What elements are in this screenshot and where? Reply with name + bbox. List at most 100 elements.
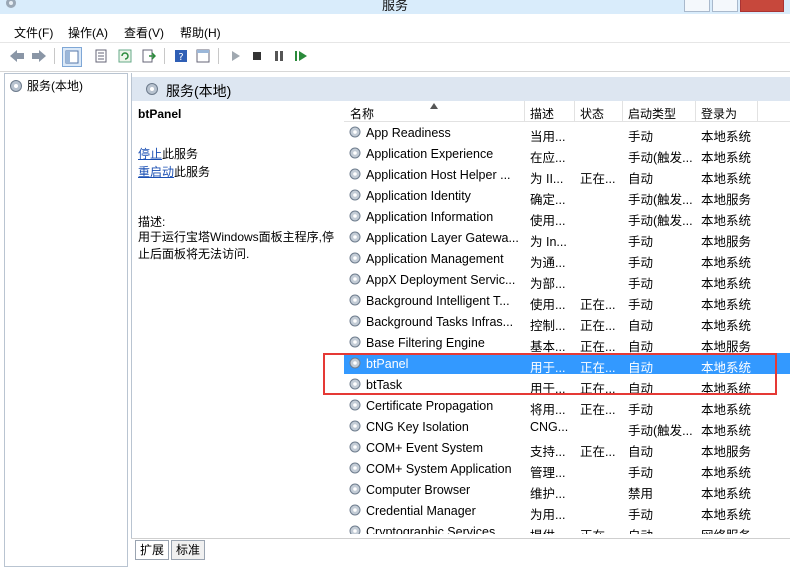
table-row[interactable]: COM+ Event System 支持... 正在... 自动 本地服务	[344, 437, 790, 459]
description-text: 用于运行宝塔Windows面板主程序,停止后面板将无法访问.	[138, 230, 335, 261]
tab-standard[interactable]: 标准	[171, 540, 206, 560]
gear-icon	[349, 315, 361, 327]
restart-suffix: 此服务	[174, 165, 211, 179]
gear-icon	[349, 420, 361, 432]
menu-help[interactable]: 帮助(H)	[180, 24, 221, 41]
stop-service-icon[interactable]	[248, 47, 266, 65]
table-row[interactable]: AppX Deployment Servic... 为部... 手动 本地系统	[344, 269, 790, 291]
service-name-cell: CNG Key Isolation	[366, 420, 469, 434]
service-name-cell: Background Tasks Infras...	[366, 315, 514, 329]
close-button[interactable]	[740, 0, 784, 12]
gear-icon	[349, 189, 361, 201]
table-row[interactable]: Application Identity 确定... 手动(触发... 本地服务	[344, 185, 790, 207]
gear-icon	[349, 294, 361, 306]
table-row[interactable]: CNG Key Isolation CNG... 手动(触发... 本地系统	[344, 416, 790, 438]
stop-action: 停止此服务	[138, 145, 198, 162]
console-tree: 服务(本地)	[4, 73, 128, 567]
stop-service-link[interactable]: 停止	[138, 147, 162, 161]
gear-icon	[349, 147, 361, 159]
service-name-cell: Base Filtering Engine	[366, 336, 485, 350]
service-log-on-as-cell: 网络服务	[701, 525, 757, 534]
table-row[interactable]: Background Intelligent T... 使用... 正在... 手动本…	[344, 290, 790, 312]
table-row[interactable]: Computer Browser 维护... 禁用 本地系统	[344, 479, 790, 501]
table-row[interactable]: Base Filtering Engine 基本... 正在... 自动 本地服务	[344, 332, 790, 354]
table-row[interactable]: App Readiness 当用... 手动 本地系统	[344, 122, 790, 144]
menu-file[interactable]: 文件(F)	[14, 24, 53, 41]
column-header-startup-type[interactable]: 启动类型	[628, 105, 676, 122]
toolbar: ?	[0, 43, 790, 72]
console-tree-icon[interactable]	[62, 47, 82, 67]
show-hide-pane-icon[interactable]	[194, 47, 212, 65]
service-description-cell: 提供...	[530, 525, 572, 534]
panel-header: 服务(本地)	[132, 77, 790, 101]
table-row[interactable]: Credential Manager 为用... 手动 本地系统	[344, 500, 790, 522]
list-header: 名称 描述 状态 启动类型 登录为	[344, 101, 790, 122]
menu-view[interactable]: 查看(V)	[124, 24, 164, 41]
restart-action: 重启动此服务	[138, 163, 210, 180]
service-name-cell: Background Intelligent T...	[366, 294, 510, 308]
table-row[interactable]: COM+ System Application 管理... 手动 本地系统	[344, 458, 790, 480]
table-row[interactable]: Application Experience 在应... 手动(触发... 本地系统	[344, 143, 790, 165]
gear-icon	[349, 399, 361, 411]
service-name-cell: Credential Manager	[366, 504, 476, 518]
table-row[interactable]: Application Management 为通... 手动 本地系统	[344, 248, 790, 270]
properties-sheet-icon[interactable]	[92, 47, 110, 65]
service-name-cell: Computer Browser	[366, 483, 471, 497]
service-description-cell: CNG...	[530, 420, 569, 434]
service-name-cell: Cryptographic Services	[366, 525, 496, 534]
refresh-icon[interactable]	[116, 47, 134, 65]
restart-service-icon[interactable]	[292, 47, 310, 65]
table-row[interactable]: Background Tasks Infras... 控制... 正在... 自动 本地…	[344, 311, 790, 333]
services-list: 名称 描述 状态 启动类型 登录为 App Readiness 当用... 手动 本地…	[344, 101, 790, 534]
help-icon[interactable]: ?	[172, 47, 190, 65]
minimize-button[interactable]	[684, 0, 710, 12]
menu-action[interactable]: 操作(A)	[68, 24, 108, 41]
maximize-button[interactable]	[712, 0, 738, 12]
table-row[interactable]: Application Host Helper ... 为 II... 正在... 自…	[344, 164, 790, 186]
annotation-highlight-box	[323, 353, 777, 395]
export-list-icon[interactable]	[140, 47, 158, 65]
gear-icon	[349, 525, 361, 534]
gear-icon	[349, 483, 361, 495]
column-header-description[interactable]: 描述	[530, 105, 554, 122]
gear-icon	[349, 168, 361, 180]
main-panel: 服务(本地) btPanel 停止此服务 重启动此服务 描述: 用于运行宝塔Wi…	[131, 73, 790, 565]
gear-icon	[349, 231, 361, 243]
window-title: 服务	[381, 0, 408, 13]
table-row[interactable]: Application Information 使用... 手动(触发... 本地系统	[344, 206, 790, 228]
tab-extended[interactable]: 扩展	[135, 540, 170, 560]
tree-item-services-local[interactable]: 服务(本地)	[8, 77, 83, 94]
view-tabs: 扩展 标准	[131, 538, 790, 566]
service-name-cell: Application Experience	[366, 147, 494, 161]
table-row[interactable]: Cryptographic Services 提供... 正在... 自动网络服务	[344, 521, 790, 534]
forward-arrow-icon[interactable]	[30, 47, 48, 65]
description-label: 描述:	[138, 215, 166, 229]
service-name-cell: COM+ System Application	[366, 462, 512, 476]
column-header-log-on-as[interactable]: 登录为	[701, 105, 737, 122]
service-name-cell: Application Layer Gatewa...	[366, 231, 519, 245]
back-arrow-icon[interactable]	[8, 47, 26, 65]
tree-item-label: 服务(本地)	[27, 79, 83, 93]
table-row[interactable]: Certificate Propagation 将用... 正在... 手动 本地系统	[344, 395, 790, 417]
restart-service-link[interactable]: 重启动	[138, 165, 174, 179]
service-name-cell: COM+ Event System	[366, 441, 484, 455]
pause-service-icon[interactable]	[270, 47, 288, 65]
description-pane: btPanel 停止此服务 重启动此服务 描述: 用于运行宝塔Windows面板…	[132, 101, 342, 531]
start-service-icon[interactable]	[226, 47, 244, 65]
gear-icon	[349, 336, 361, 348]
gear-icon	[349, 252, 361, 264]
title-bar: 服务	[0, 0, 790, 14]
gear-icon	[349, 441, 361, 453]
table-row[interactable]: Application Layer Gatewa... 为 In... 手动 本地服务	[344, 227, 790, 249]
panel-title: 服务(本地)	[166, 83, 232, 99]
service-status-cell: 正在...	[580, 525, 620, 534]
column-header-name[interactable]: 名称	[350, 105, 374, 122]
service-name-cell: App Readiness	[366, 126, 451, 140]
gear-icon	[349, 462, 361, 474]
gear-icon	[349, 273, 361, 285]
service-startup-type-cell: 自动	[628, 525, 694, 534]
gear-icon	[146, 83, 158, 95]
service-name-cell: AppX Deployment Servic...	[366, 273, 516, 287]
column-header-status[interactable]: 状态	[580, 105, 604, 122]
service-name-cell: Certificate Propagation	[366, 399, 494, 413]
